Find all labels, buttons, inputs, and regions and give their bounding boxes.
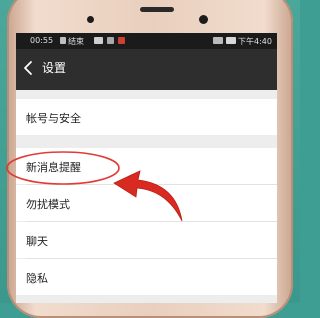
status-clock: 下午4:40 <box>238 37 272 46</box>
status-bar: 00:55 结束 下午4:40 <box>16 33 277 49</box>
settings-item-label: 帐号与安全 <box>26 112 81 125</box>
settings-item-chat[interactable]: 聊天 <box>16 222 277 258</box>
battery-icon <box>226 37 236 44</box>
back-arrow-icon[interactable] <box>22 60 36 76</box>
settings-item-privacy[interactable]: 隐私 <box>16 259 277 295</box>
settings-item-new-message-alerts[interactable]: 新消息提醒 <box>16 148 277 184</box>
settings-item-label: 聊天 <box>26 235 48 248</box>
sensor-icon <box>199 15 208 24</box>
status-time: 00:55 <box>30 36 54 45</box>
settings-item-do-not-disturb[interactable]: 勿扰模式 <box>16 185 277 221</box>
cell-signal-icon <box>213 37 223 44</box>
phone-screen: 00:55 结束 下午4:40 设置 帐号与安全 新消息提醒 勿扰模式 聊天 隐… <box>16 33 277 303</box>
settings-item-label: 新消息提醒 <box>26 161 81 174</box>
front-camera-icon <box>87 16 94 23</box>
settings-item-account-security[interactable]: 帐号与安全 <box>16 99 277 135</box>
notification-icon <box>60 37 66 44</box>
settings-item-label: 勿扰模式 <box>26 198 70 211</box>
notification-icon-2 <box>107 37 114 44</box>
page-title: 设置 <box>42 61 67 75</box>
message-icon <box>94 37 103 44</box>
title-bar: 设置 <box>16 49 277 90</box>
alert-icon <box>118 37 125 44</box>
earpiece <box>140 7 174 12</box>
settings-item-label: 隐私 <box>26 272 48 285</box>
status-app-notice: 结束 <box>68 37 84 46</box>
